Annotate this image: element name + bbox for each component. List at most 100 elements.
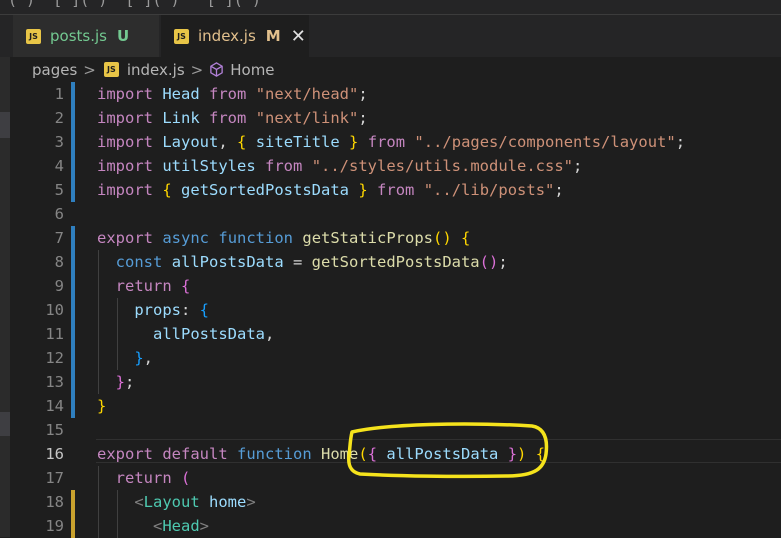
code-token: siteTitle <box>255 133 340 151</box>
code-token: < <box>153 517 163 535</box>
code-token: ( <box>358 445 368 463</box>
code-text: import Layout, { siteTitle } from "../pa… <box>97 130 685 154</box>
code-token: "next/link" <box>255 109 359 127</box>
line-number: 9 <box>54 277 64 295</box>
code-token: from <box>265 157 303 175</box>
code-line[interactable]: 12 }, <box>10 346 781 370</box>
line-number: 8 <box>54 253 64 271</box>
code-token: from <box>209 109 247 127</box>
code-line[interactable]: 10 props: { <box>10 298 781 322</box>
code-token: const <box>115 253 163 271</box>
git-status-badge: M <box>265 27 281 45</box>
code-token: props <box>134 301 181 319</box>
code-token: ( <box>181 469 191 487</box>
code-text: export async function getStaticProps() { <box>97 226 470 250</box>
code-text: return ( <box>97 466 191 490</box>
code-token: Head <box>162 85 200 103</box>
breadcrumb-file[interactable]: index.js <box>127 61 185 79</box>
code-token: Layout <box>143 493 200 511</box>
code-line[interactable]: 11 allPostsData, <box>10 322 781 346</box>
code-line[interactable]: 19 <Head> <box>10 514 781 538</box>
code-line[interactable]: 4 import utilStyles from "../styles/utils… <box>10 154 781 178</box>
code-token: "next/head" <box>255 85 359 103</box>
code-token: } <box>507 445 518 463</box>
code-line[interactable]: 9 return { <box>10 274 781 298</box>
code-line[interactable]: 7 export async function getStaticProps() … <box>10 226 781 250</box>
code-text: props: { <box>97 298 209 322</box>
code-token: return <box>115 469 172 487</box>
line-number: 1 <box>54 85 64 103</box>
line-number: 2 <box>54 109 64 127</box>
code-token: import <box>97 181 153 199</box>
code-token: import <box>97 109 153 127</box>
activity-edge <box>0 57 10 537</box>
breadcrumb-symbol[interactable]: Home <box>230 61 274 79</box>
code-line[interactable]: 14} <box>10 394 781 418</box>
line-number: 5 <box>54 181 64 199</box>
code-token: "../lib/posts" <box>423 181 555 199</box>
code-token: Home <box>321 445 359 463</box>
code-token: { <box>162 181 172 199</box>
code-line[interactable]: 13 }; <box>10 370 781 394</box>
code-token: { <box>461 229 471 247</box>
code-token: function <box>237 445 312 463</box>
code-line[interactable]: 15 <box>10 418 781 442</box>
code-line[interactable]: 2 import Link from "next/link"; <box>10 106 781 130</box>
code-token: Link <box>162 109 200 127</box>
code-token: import <box>97 157 153 175</box>
code-token: from <box>367 133 406 151</box>
code-token: { <box>535 445 546 463</box>
code-editor[interactable]: 1 import Head from "next/head"; 2 import Li… <box>10 82 781 538</box>
code-line[interactable]: 16 export default function Home({ allPost… <box>10 442 781 466</box>
code-text: }, <box>97 346 153 370</box>
code-token: ; <box>125 373 135 391</box>
line-number: 18 <box>45 493 64 511</box>
close-icon[interactable]: ✕ <box>291 26 306 47</box>
line-number: 13 <box>45 373 64 391</box>
code-token: from <box>209 85 247 103</box>
code-token: , <box>218 133 238 151</box>
breadcrumb-folder[interactable]: pages <box>32 61 77 79</box>
code-line[interactable]: 6 <box>10 202 781 226</box>
tab-label: posts.js <box>50 27 107 45</box>
code-token: > <box>246 493 256 511</box>
code-token: > <box>199 517 210 535</box>
top-partial-strip: ( ) [ ]( ) [ ]( ) [ ]( ) <box>0 0 781 14</box>
code-line[interactable]: 18 <Layout home> <box>10 490 781 514</box>
code-line[interactable]: 5 import { getSortedPostsData } from "../… <box>10 178 781 202</box>
line-number: 11 <box>45 325 64 343</box>
code-token: export <box>97 445 153 463</box>
code-token: utilStyles <box>162 157 256 175</box>
code-line[interactable]: 8 const allPostsData = getSortedPostsDat… <box>10 250 781 274</box>
code-token: } <box>349 133 359 151</box>
code-token: ; <box>358 85 368 103</box>
line-number: 3 <box>54 133 64 151</box>
code-line[interactable]: 17 return ( <box>10 466 781 490</box>
tab-posts-js[interactable]: JS posts.js U <box>13 15 159 57</box>
code-token: async <box>162 229 210 247</box>
line-number: 17 <box>45 469 64 487</box>
code-line[interactable]: 1 import Head from "next/head"; <box>10 82 781 106</box>
code-text: return { <box>97 274 191 298</box>
code-line[interactable]: 3 import Layout, { siteTitle } from "../p… <box>10 130 781 154</box>
tab-index-js[interactable]: JS index.js M ✕ <box>161 15 309 57</box>
code-text: export default function Home({ allPostsD… <box>97 442 545 466</box>
code-token: function <box>218 229 294 247</box>
code-text: import { getSortedPostsData } from "../l… <box>97 178 564 202</box>
